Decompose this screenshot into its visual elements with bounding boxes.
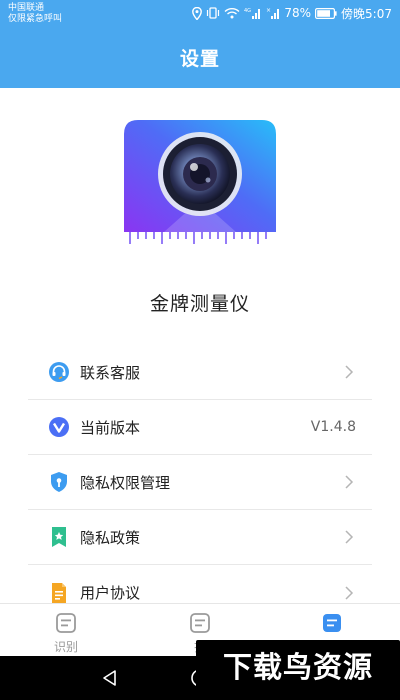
recognize-icon	[56, 613, 76, 633]
settings-item-privacy-policy[interactable]: 隐私政策	[28, 510, 372, 565]
scan-icon	[190, 613, 210, 633]
version-icon	[48, 416, 70, 438]
tab-settings[interactable]	[302, 612, 362, 638]
settings-item-label: 当前版本	[80, 418, 141, 437]
vibrate-icon	[207, 7, 220, 19]
chevron-right-icon	[345, 530, 354, 544]
settings-item-label: 隐私权限管理	[80, 473, 171, 492]
headset-icon	[48, 361, 70, 383]
shield-icon	[48, 471, 70, 493]
signal-4g-icon: 4G	[244, 8, 261, 19]
carrier-name: 中国联通	[8, 3, 45, 13]
status-icons: 4G × 78% 傍晚5:07	[192, 5, 392, 21]
carrier-info: 中国联通 仅限紧急呼叫	[8, 3, 62, 25]
emergency-only-text: 仅限紧急呼叫	[8, 14, 63, 24]
version-value: V1.4.8	[310, 419, 356, 435]
app-name: 金牌测量仪	[149, 293, 250, 315]
clock: 傍晚5:07	[341, 6, 392, 21]
settings-screen: 中国联通 仅限紧急呼叫 4G × 78% 傍晚5:07 设置 金牌测量仪 联系客…	[0, 0, 400, 700]
status-bar: 中国联通 仅限紧急呼叫 4G × 78% 傍晚5:07	[0, 0, 400, 28]
chevron-right-icon	[345, 585, 354, 600]
signal-no-sim-icon: ×	[266, 7, 280, 19]
settings-item-current-version: 当前版本 V1.4.8	[28, 400, 372, 455]
svg-text:4G: 4G	[244, 8, 251, 14]
document-icon	[48, 582, 70, 604]
page-title: 设置	[179, 48, 220, 70]
watermark-logo: 下载鸟资源	[196, 640, 400, 690]
settings-item-label: 隐私政策	[80, 528, 141, 547]
bookmark-star-icon	[48, 526, 70, 548]
settings-item-label: 联系客服	[80, 363, 141, 382]
settings-item-label: 用户协议	[80, 584, 141, 602]
settings-tab-icon	[323, 614, 341, 632]
settings-list: 联系客服 当前版本 V1.4.8 隐私权限管理 隐私政策 用户协议	[28, 345, 372, 620]
chevron-right-icon	[345, 365, 354, 379]
camera-lens-ruler-icon	[124, 120, 276, 244]
header-bar: 中国联通 仅限紧急呼叫 4G × 78% 傍晚5:07 设置	[0, 0, 400, 88]
svg-text:×: ×	[266, 7, 271, 14]
location-icon	[192, 6, 203, 20]
tab-recognize[interactable]: 识别	[36, 612, 96, 655]
wifi-icon	[224, 8, 240, 19]
settings-item-contact-support[interactable]: 联系客服	[28, 345, 372, 400]
tab-label: 识别	[53, 640, 78, 654]
chevron-right-icon	[345, 475, 354, 489]
settings-item-privacy-permissions[interactable]: 隐私权限管理	[28, 455, 372, 510]
battery-percent: 78%	[284, 6, 312, 20]
battery-icon	[315, 7, 337, 19]
back-triangle-icon[interactable]	[100, 668, 120, 688]
